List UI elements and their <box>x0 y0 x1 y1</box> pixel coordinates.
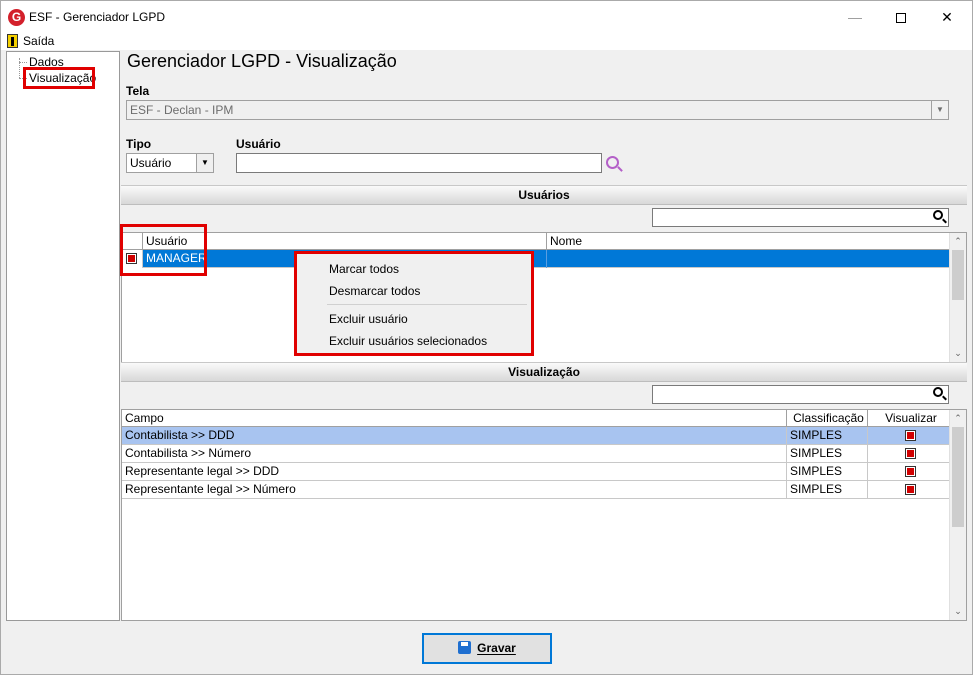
cell-campo: Representante legal >> Número <box>122 481 787 499</box>
column-header-nome[interactable]: Nome <box>547 233 951 250</box>
checkbox-checked-icon[interactable] <box>905 466 916 478</box>
cell-classificacao: SIMPLES <box>787 481 868 499</box>
cell-classificacao: SIMPLES <box>787 427 868 445</box>
cell-visualizar[interactable] <box>868 445 950 463</box>
cell-campo: Contabilista >> Número <box>122 445 787 463</box>
column-header-visualizar[interactable]: Visualizar <box>868 410 951 427</box>
cell-visualizar[interactable] <box>868 427 950 445</box>
save-button-label: Gravar <box>477 641 516 655</box>
highlight-box <box>23 67 95 89</box>
users-section-header: Usuários <box>121 185 967 205</box>
type-select[interactable]: Usuário ▼ <box>126 153 214 173</box>
screen-label: Tela <box>126 84 150 98</box>
checkbox-checked-icon[interactable] <box>905 430 916 442</box>
navigation-tree: Dados Visualização <box>6 51 120 621</box>
floppy-disk-icon <box>458 641 472 654</box>
checkbox-checked-icon[interactable] <box>905 448 916 460</box>
table-row[interactable]: Contabilista >> Número SIMPLES <box>122 445 950 463</box>
highlight-box <box>120 224 207 276</box>
users-grid: Usuário Nome MANAGER ⌃ ⌄ <box>121 232 967 363</box>
view-section-header: Visualização <box>121 362 967 382</box>
scroll-up-icon[interactable]: ⌃ <box>950 410 966 427</box>
exit-menu-item[interactable]: Saída <box>23 34 54 48</box>
cell-visualizar[interactable] <box>868 463 950 481</box>
exit-door-icon[interactable] <box>7 34 18 48</box>
app-logo-icon: G <box>8 9 25 26</box>
screen-select-value: ESF - Declan - IPM <box>130 103 234 117</box>
table-row[interactable]: Representante legal >> DDD SIMPLES <box>122 463 950 481</box>
column-header-classificacao[interactable]: Classificação <box>787 410 868 427</box>
screen-select[interactable]: ESF - Declan - IPM ▼ <box>126 100 949 120</box>
user-label: Usuário <box>236 137 281 151</box>
checkbox-checked-icon[interactable] <box>905 484 916 496</box>
type-label: Tipo <box>126 137 152 151</box>
save-button[interactable]: Gravar <box>422 633 552 664</box>
search-icon[interactable] <box>606 156 619 169</box>
users-vertical-scrollbar[interactable]: ⌃ ⌄ <box>949 233 966 362</box>
scroll-up-icon[interactable]: ⌃ <box>950 233 966 250</box>
chevron-down-icon[interactable]: ▼ <box>931 101 948 119</box>
close-button[interactable]: ✕ <box>924 1 970 34</box>
column-header-campo[interactable]: Campo <box>122 410 787 427</box>
cell-nome <box>547 250 951 268</box>
menu-bar: Saída <box>1 33 972 50</box>
cell-visualizar[interactable] <box>868 481 950 499</box>
minimize-button[interactable]: — <box>832 1 878 34</box>
type-select-value: Usuário <box>130 156 172 170</box>
title-bar: G ESF - Gerenciador LGPD — ✕ <box>1 1 972 34</box>
page-title: Gerenciador LGPD - Visualização <box>127 51 397 71</box>
view-grid-header: Campo Classificação Visualizar <box>122 410 951 427</box>
scroll-down-icon[interactable]: ⌄ <box>950 345 966 362</box>
scroll-thumb[interactable] <box>952 427 964 527</box>
scroll-down-icon[interactable]: ⌄ <box>950 603 966 620</box>
users-grid-header: Usuário Nome <box>122 233 951 250</box>
maximize-icon <box>896 13 906 24</box>
users-search-input[interactable] <box>652 208 949 227</box>
app-window: G ESF - Gerenciador LGPD — ✕ Saída Dados… <box>0 0 973 675</box>
user-input[interactable] <box>236 153 602 173</box>
chevron-down-icon[interactable]: ▼ <box>196 154 213 172</box>
cell-classificacao: SIMPLES <box>787 463 868 481</box>
cell-campo: Representante legal >> DDD <box>122 463 787 481</box>
table-row[interactable]: Representante legal >> Número SIMPLES <box>122 481 950 499</box>
search-icon[interactable] <box>933 210 943 220</box>
highlight-box <box>294 251 534 356</box>
scroll-thumb[interactable] <box>952 250 964 300</box>
cell-classificacao: SIMPLES <box>787 445 868 463</box>
table-row[interactable]: MANAGER <box>122 250 951 268</box>
view-search-input[interactable] <box>652 385 949 404</box>
view-grid: Campo Classificação Visualizar Contabili… <box>121 409 967 621</box>
view-vertical-scrollbar[interactable]: ⌃ ⌄ <box>949 410 966 620</box>
window-title: ESF - Gerenciador LGPD <box>29 10 166 24</box>
search-icon[interactable] <box>933 387 943 397</box>
tree-connector <box>19 62 27 63</box>
cell-campo: Contabilista >> DDD <box>122 427 787 445</box>
tree-connector <box>19 58 20 78</box>
table-row[interactable]: Contabilista >> DDD SIMPLES <box>122 427 950 445</box>
maximize-button[interactable] <box>878 1 924 34</box>
